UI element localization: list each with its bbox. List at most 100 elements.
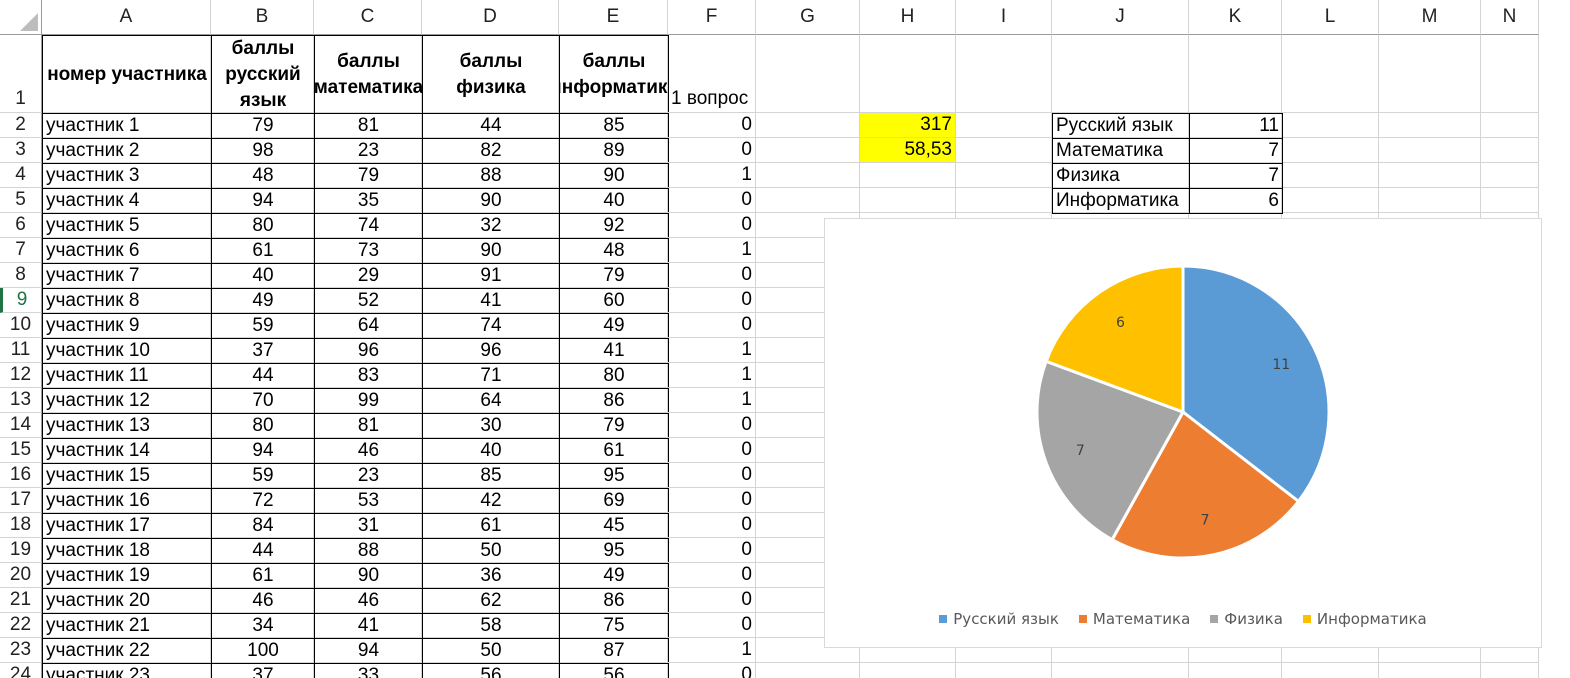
score-cell[interactable]: 44 (211, 538, 315, 564)
score-cell[interactable]: 42 (422, 488, 560, 514)
score-cell[interactable]: 96 (314, 338, 423, 364)
score-cell[interactable]: 32 (422, 213, 560, 239)
score-cell[interactable]: 33 (314, 663, 423, 678)
score-cell[interactable]: 87 (559, 638, 669, 664)
select-all-corner[interactable] (0, 0, 42, 35)
grid-cell[interactable] (956, 663, 1052, 678)
grid-cell[interactable] (1481, 188, 1539, 213)
participant-name-cell[interactable]: участник 3 (42, 163, 212, 189)
row-header-19[interactable]: 19 (0, 538, 42, 563)
score-cell[interactable]: 79 (211, 113, 315, 139)
summary-label-cell[interactable]: Физика (1052, 163, 1190, 189)
participant-name-cell[interactable]: участник 19 (42, 563, 212, 589)
row-header-21[interactable]: 21 (0, 588, 42, 613)
score-cell[interactable]: 60 (559, 288, 669, 314)
header-cell-a[interactable]: номер участника (42, 35, 212, 114)
grid-cell[interactable] (1052, 663, 1189, 678)
score-cell[interactable]: 92 (559, 213, 669, 239)
score-cell[interactable]: 58 (422, 613, 560, 639)
score-cell[interactable]: 37 (211, 663, 315, 678)
grid-cell[interactable] (1379, 663, 1481, 678)
score-cell[interactable]: 46 (314, 438, 423, 464)
score-cell[interactable]: 82 (422, 138, 560, 164)
score-cell[interactable]: 61 (559, 438, 669, 464)
score-cell[interactable]: 59 (211, 313, 315, 339)
score-cell[interactable]: 86 (559, 388, 669, 414)
grid-cell[interactable] (1379, 138, 1481, 163)
column-header-c[interactable]: C (314, 0, 422, 35)
grid-cell[interactable] (860, 663, 956, 678)
participant-name-cell[interactable]: участник 10 (42, 338, 212, 364)
column-header-n[interactable]: N (1481, 0, 1539, 35)
score-cell[interactable]: 71 (422, 363, 560, 389)
row-header-14[interactable]: 14 (0, 413, 42, 438)
score-cell[interactable]: 1 (668, 388, 756, 413)
column-header-e[interactable]: E (559, 0, 668, 35)
score-cell[interactable]: 84 (211, 513, 315, 539)
column-header-i[interactable]: I (956, 0, 1052, 35)
score-cell[interactable]: 74 (314, 213, 423, 239)
grid-cell[interactable] (1379, 113, 1481, 138)
grid-cell[interactable] (1052, 35, 1189, 113)
score-cell[interactable]: 89 (559, 138, 669, 164)
score-cell[interactable]: 73 (314, 238, 423, 264)
score-cell[interactable]: 49 (559, 313, 669, 339)
grid-cell[interactable] (1379, 35, 1481, 113)
score-cell[interactable]: 98 (211, 138, 315, 164)
score-cell[interactable]: 41 (559, 338, 669, 364)
grid-cell[interactable] (1282, 113, 1379, 138)
grid-cell[interactable] (1481, 113, 1539, 138)
grid-cell[interactable] (860, 188, 956, 213)
score-cell[interactable]: 0 (668, 188, 756, 213)
grid-cell[interactable] (956, 113, 1052, 138)
column-header-m[interactable]: M (1379, 0, 1481, 35)
participant-name-cell[interactable]: участник 14 (42, 438, 212, 464)
participant-name-cell[interactable]: участник 13 (42, 413, 212, 439)
score-cell[interactable]: 52 (314, 288, 423, 314)
participant-name-cell[interactable]: участник 1 (42, 113, 212, 139)
score-cell[interactable]: 81 (314, 413, 423, 439)
participant-name-cell[interactable]: участник 16 (42, 488, 212, 514)
score-cell[interactable]: 44 (422, 113, 560, 139)
grid-cell[interactable] (1481, 663, 1539, 678)
score-cell[interactable]: 80 (211, 413, 315, 439)
score-cell[interactable]: 0 (668, 288, 756, 313)
row-header-23[interactable]: 23 (0, 638, 42, 663)
score-cell[interactable]: 95 (559, 538, 669, 564)
score-cell[interactable]: 37 (211, 338, 315, 364)
row-header-17[interactable]: 17 (0, 488, 42, 513)
score-cell[interactable]: 99 (314, 388, 423, 414)
score-cell[interactable]: 0 (668, 613, 756, 638)
score-cell[interactable]: 86 (559, 588, 669, 614)
grid-cell[interactable] (860, 35, 956, 113)
score-cell[interactable]: 23 (314, 138, 423, 164)
row-header-2[interactable]: 2 (0, 113, 42, 138)
row-header-5[interactable]: 5 (0, 188, 42, 213)
grid-cell[interactable] (1481, 138, 1539, 163)
participant-name-cell[interactable]: участник 7 (42, 263, 212, 289)
column-header-f[interactable]: F (668, 0, 756, 35)
grid-cell[interactable] (1282, 188, 1379, 213)
participant-name-cell[interactable]: участник 22 (42, 638, 212, 664)
score-cell[interactable]: 0 (668, 538, 756, 563)
summary-value-cell[interactable]: 6 (1189, 188, 1283, 214)
score-cell[interactable]: 90 (559, 163, 669, 189)
score-cell[interactable]: 62 (422, 588, 560, 614)
grid-cell[interactable] (1379, 163, 1481, 188)
grid-cell[interactable] (956, 35, 1052, 113)
score-cell[interactable]: 81 (314, 113, 423, 139)
score-cell[interactable]: 72 (211, 488, 315, 514)
score-cell[interactable]: 59 (211, 463, 315, 489)
score-cell[interactable]: 45 (559, 513, 669, 539)
highlighted-value-cell[interactable]: 58,53 (860, 138, 956, 163)
grid-cell[interactable] (756, 113, 860, 138)
score-cell[interactable]: 88 (422, 163, 560, 189)
row-header-4[interactable]: 4 (0, 163, 42, 188)
row-header-10[interactable]: 10 (0, 313, 42, 338)
score-cell[interactable]: 56 (559, 663, 669, 678)
participant-name-cell[interactable]: участник 21 (42, 613, 212, 639)
grid-cell[interactable] (1282, 663, 1379, 678)
grid-cell[interactable] (756, 35, 860, 113)
score-cell[interactable]: 61 (211, 238, 315, 264)
row-header-8[interactable]: 8 (0, 263, 42, 288)
